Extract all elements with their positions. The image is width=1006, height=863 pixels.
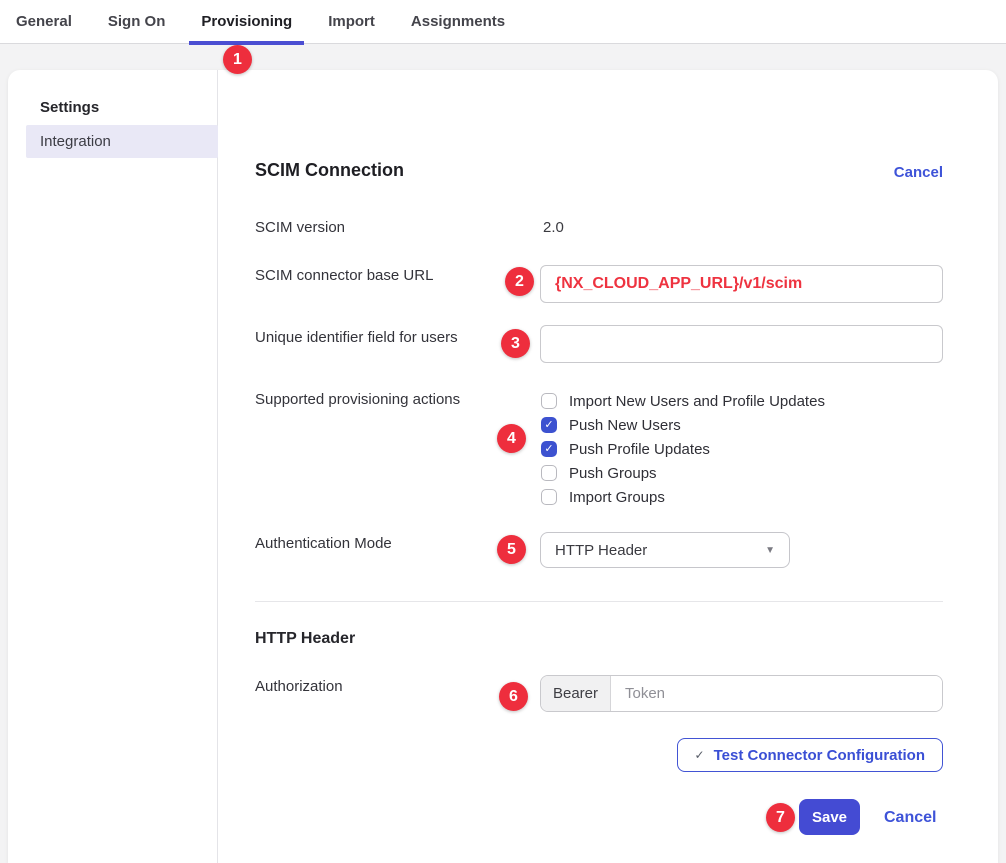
checkbox-row-import-groups[interactable]: Import Groups bbox=[541, 485, 665, 509]
checkbox-label: Push Profile Updates bbox=[569, 441, 710, 458]
cancel-link-top[interactable]: Cancel bbox=[894, 164, 943, 181]
authorization-input-group: Bearer bbox=[540, 675, 943, 712]
checkbox-icon[interactable] bbox=[541, 417, 557, 433]
annotation-badge-1: 1 bbox=[223, 45, 252, 74]
checkbox-label: Push New Users bbox=[569, 417, 681, 434]
tab-provisioning[interactable]: Provisioning bbox=[201, 0, 292, 44]
scim-version-label: SCIM version bbox=[255, 219, 345, 236]
auth-mode-label: Authentication Mode bbox=[255, 535, 392, 552]
http-header-heading: HTTP Header bbox=[255, 630, 355, 648]
annotation-badge-6: 6 bbox=[499, 682, 528, 711]
page-title: SCIM Connection bbox=[255, 160, 404, 181]
cancel-link-bottom[interactable]: Cancel bbox=[884, 809, 936, 827]
provisioning-form: SCIM Connection Cancel SCIM version 2.0 … bbox=[8, 70, 998, 863]
annotation-badge-7: 7 bbox=[766, 803, 795, 832]
checkbox-label: Import Groups bbox=[569, 489, 665, 506]
chevron-down-icon: ▼ bbox=[765, 545, 775, 556]
unique-id-label: Unique identifier field for users bbox=[255, 329, 458, 346]
token-input[interactable] bbox=[611, 676, 942, 711]
bearer-prefix: Bearer bbox=[541, 676, 611, 711]
test-connector-label: Test Connector Configuration bbox=[714, 747, 925, 764]
checkbox-label: Import New Users and Profile Updates bbox=[569, 393, 825, 410]
tab-general[interactable]: General bbox=[16, 0, 72, 44]
annotation-badge-5: 5 bbox=[497, 535, 526, 564]
checkbox-row-push-groups[interactable]: Push Groups bbox=[541, 461, 657, 485]
checkbox-icon[interactable] bbox=[541, 489, 557, 505]
checkbox-icon[interactable] bbox=[541, 465, 557, 481]
provisioning-actions-label: Supported provisioning actions bbox=[255, 391, 460, 408]
checkbox-row-import-new-users[interactable]: Import New Users and Profile Updates bbox=[541, 389, 825, 413]
tab-assignments[interactable]: Assignments bbox=[411, 0, 505, 44]
section-divider bbox=[255, 601, 943, 602]
base-url-input[interactable] bbox=[540, 265, 943, 303]
annotation-badge-3: 3 bbox=[501, 329, 530, 358]
tab-sign-on[interactable]: Sign On bbox=[108, 0, 166, 44]
annotation-badge-2: 2 bbox=[505, 267, 534, 296]
checkbox-row-push-new-users[interactable]: Push New Users bbox=[541, 413, 681, 437]
base-url-label: SCIM connector base URL bbox=[255, 267, 433, 284]
checkbox-row-push-profile-updates[interactable]: Push Profile Updates bbox=[541, 437, 710, 461]
auth-mode-select[interactable]: HTTP Header ▼ bbox=[540, 532, 790, 568]
app-window: General Sign On Provisioning Import Assi… bbox=[0, 0, 1006, 863]
content-card: Settings Integration SCIM Connection Can… bbox=[8, 70, 998, 863]
checkbox-icon[interactable] bbox=[541, 393, 557, 409]
authorization-label: Authorization bbox=[255, 678, 343, 695]
scim-version-value: 2.0 bbox=[543, 219, 564, 236]
save-button[interactable]: Save bbox=[799, 799, 860, 835]
check-icon: ✓ bbox=[695, 748, 705, 762]
checkbox-icon[interactable] bbox=[541, 441, 557, 457]
annotation-badge-4: 4 bbox=[497, 424, 526, 453]
auth-mode-value: HTTP Header bbox=[555, 542, 647, 559]
checkbox-label: Push Groups bbox=[569, 465, 657, 482]
unique-id-input[interactable] bbox=[540, 325, 943, 363]
tab-bar: General Sign On Provisioning Import Assi… bbox=[0, 0, 1006, 44]
test-connector-button[interactable]: ✓ Test Connector Configuration bbox=[677, 738, 943, 772]
tab-import[interactable]: Import bbox=[328, 0, 375, 44]
